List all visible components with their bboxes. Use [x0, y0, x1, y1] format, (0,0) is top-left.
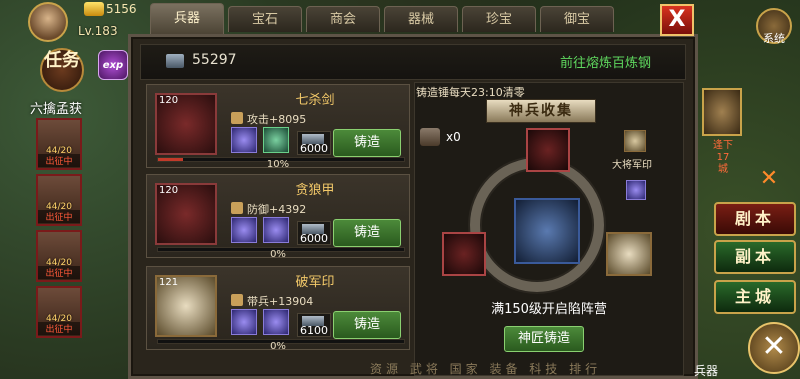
seal-slot-icon[interactable]: [606, 232, 652, 276]
green-gem-icon[interactable]: [263, 127, 289, 153]
bottom-nav[interactable]: 资源 武将 国家 装备 科技 排行: [370, 360, 601, 377]
hero-status: 出征中: [38, 154, 80, 167]
progress-percent: 0%: [270, 249, 286, 260]
hammer-icon: [420, 128, 440, 146]
iron-ingot-icon: [302, 134, 324, 144]
system-button[interactable]: 系统: [756, 8, 792, 45]
unlock-requirement: 满150级开启陷阵营: [491, 302, 607, 317]
bottom-weapons-label[interactable]: 兵器: [694, 362, 718, 379]
hero-card[interactable]: 44/20 出征中: [36, 230, 82, 282]
gold-value: 5156: [106, 2, 137, 16]
forge-button[interactable]: 铸造: [333, 219, 401, 247]
dungeon-button[interactable]: 副本: [714, 240, 796, 274]
close-button[interactable]: X: [660, 4, 694, 36]
iron-ingot-icon: [166, 54, 184, 68]
tab-treasures[interactable]: 珍宝: [462, 6, 536, 32]
purple-gem-icon[interactable]: [263, 309, 289, 335]
hero-status: 出征中: [38, 266, 80, 279]
forge-button[interactable]: 铸造: [333, 311, 401, 339]
hero-status: 出征中: [38, 322, 80, 335]
armor-icon[interactable]: 120: [155, 183, 217, 245]
crossed-weapons-icon[interactable]: [514, 198, 580, 264]
npc-label: 逢下17城: [713, 140, 733, 175]
forge-item-armor: 120 贪狼甲 防御+4392 6000 铸造 0%: [146, 174, 410, 260]
quest-button[interactable]: 任务: [40, 48, 84, 92]
item-name: 贪狼甲: [295, 183, 335, 198]
hammer-count: x0: [446, 130, 461, 144]
tab-weapons[interactable]: 兵器: [150, 3, 224, 34]
hero-card[interactable]: 44/20 出征中: [36, 286, 82, 338]
item-name: 七杀剑: [295, 93, 335, 108]
collection-title: 神兵收集: [486, 99, 596, 123]
sword-icon[interactable]: 120: [155, 93, 217, 155]
player-level: Lv.183: [78, 24, 118, 38]
iron-value: 55297: [192, 52, 237, 68]
exp-button[interactable]: exp: [98, 50, 128, 80]
main-menu-close-button[interactable]: ✕: [748, 322, 800, 374]
tab-royal-treasure[interactable]: 御宝: [540, 6, 614, 32]
forge-cost: 6100: [297, 313, 331, 337]
blue-gem-icon[interactable]: [231, 217, 257, 243]
item-stat: 带兵+13904: [247, 295, 314, 308]
npc-portrait[interactable]: [702, 88, 742, 136]
general-seal-label: 大将军印: [612, 160, 652, 171]
purple-gem-icon[interactable]: [626, 180, 646, 200]
general-seal-icon[interactable]: [624, 130, 646, 152]
script-button[interactable]: 剧本: [714, 202, 796, 236]
purple-gem-icon[interactable]: [231, 309, 257, 335]
forge-item-seal: 121 破军印 带兵+13904 6100 铸造 0%: [146, 266, 410, 352]
forge-cost: 6000: [297, 221, 331, 245]
attack-icon: [231, 112, 243, 124]
purple-gem-icon[interactable]: [231, 127, 257, 153]
blue-gem-icon[interactable]: [263, 217, 289, 243]
player-avatar[interactable]: [28, 2, 68, 42]
hammer-reset-note: 铸造锤每天23:10清零: [416, 86, 525, 99]
progress-percent: 10%: [266, 159, 290, 170]
troops-icon: [231, 294, 243, 306]
armor-slot-icon[interactable]: [442, 232, 486, 276]
seal-icon[interactable]: 121: [155, 275, 217, 337]
forge-cost: 6000: [297, 131, 331, 155]
current-quest-name[interactable]: 六擒孟获: [30, 98, 82, 117]
sword-slot-icon[interactable]: [526, 128, 570, 172]
defense-icon: [231, 202, 243, 214]
goto-smelt-link[interactable]: 前往熔炼百炼钢: [560, 52, 651, 71]
hero-card[interactable]: 44/20 出征中: [36, 174, 82, 226]
item-level: 120: [159, 95, 179, 106]
forge-item-sword: 120 七杀剑 攻击+8095 6000 铸造 10%: [146, 84, 410, 170]
item-stat: 攻击+8095: [247, 113, 307, 126]
item-level: 120: [159, 185, 179, 196]
gold-ingot-icon: [84, 2, 104, 16]
hero-card[interactable]: 44/20 出征中: [36, 118, 82, 170]
item-stat: 防御+4392: [247, 203, 307, 216]
crossed-swords-icon[interactable]: ✕: [756, 166, 782, 192]
hero-status: 出征中: [38, 210, 80, 223]
iron-ingot-icon: [302, 316, 324, 326]
iron-ingot-icon: [302, 224, 324, 234]
tab-machinery[interactable]: 器械: [384, 6, 458, 32]
main-city-button[interactable]: 主城: [714, 280, 796, 314]
master-forge-button[interactable]: 神匠铸造: [504, 326, 584, 352]
item-name: 破军印: [295, 275, 335, 290]
progress-percent: 0%: [270, 341, 286, 352]
tab-guild[interactable]: 商会: [306, 6, 380, 32]
forge-button[interactable]: 铸造: [333, 129, 401, 157]
tab-gems[interactable]: 宝石: [228, 6, 302, 32]
item-level: 121: [159, 277, 179, 288]
